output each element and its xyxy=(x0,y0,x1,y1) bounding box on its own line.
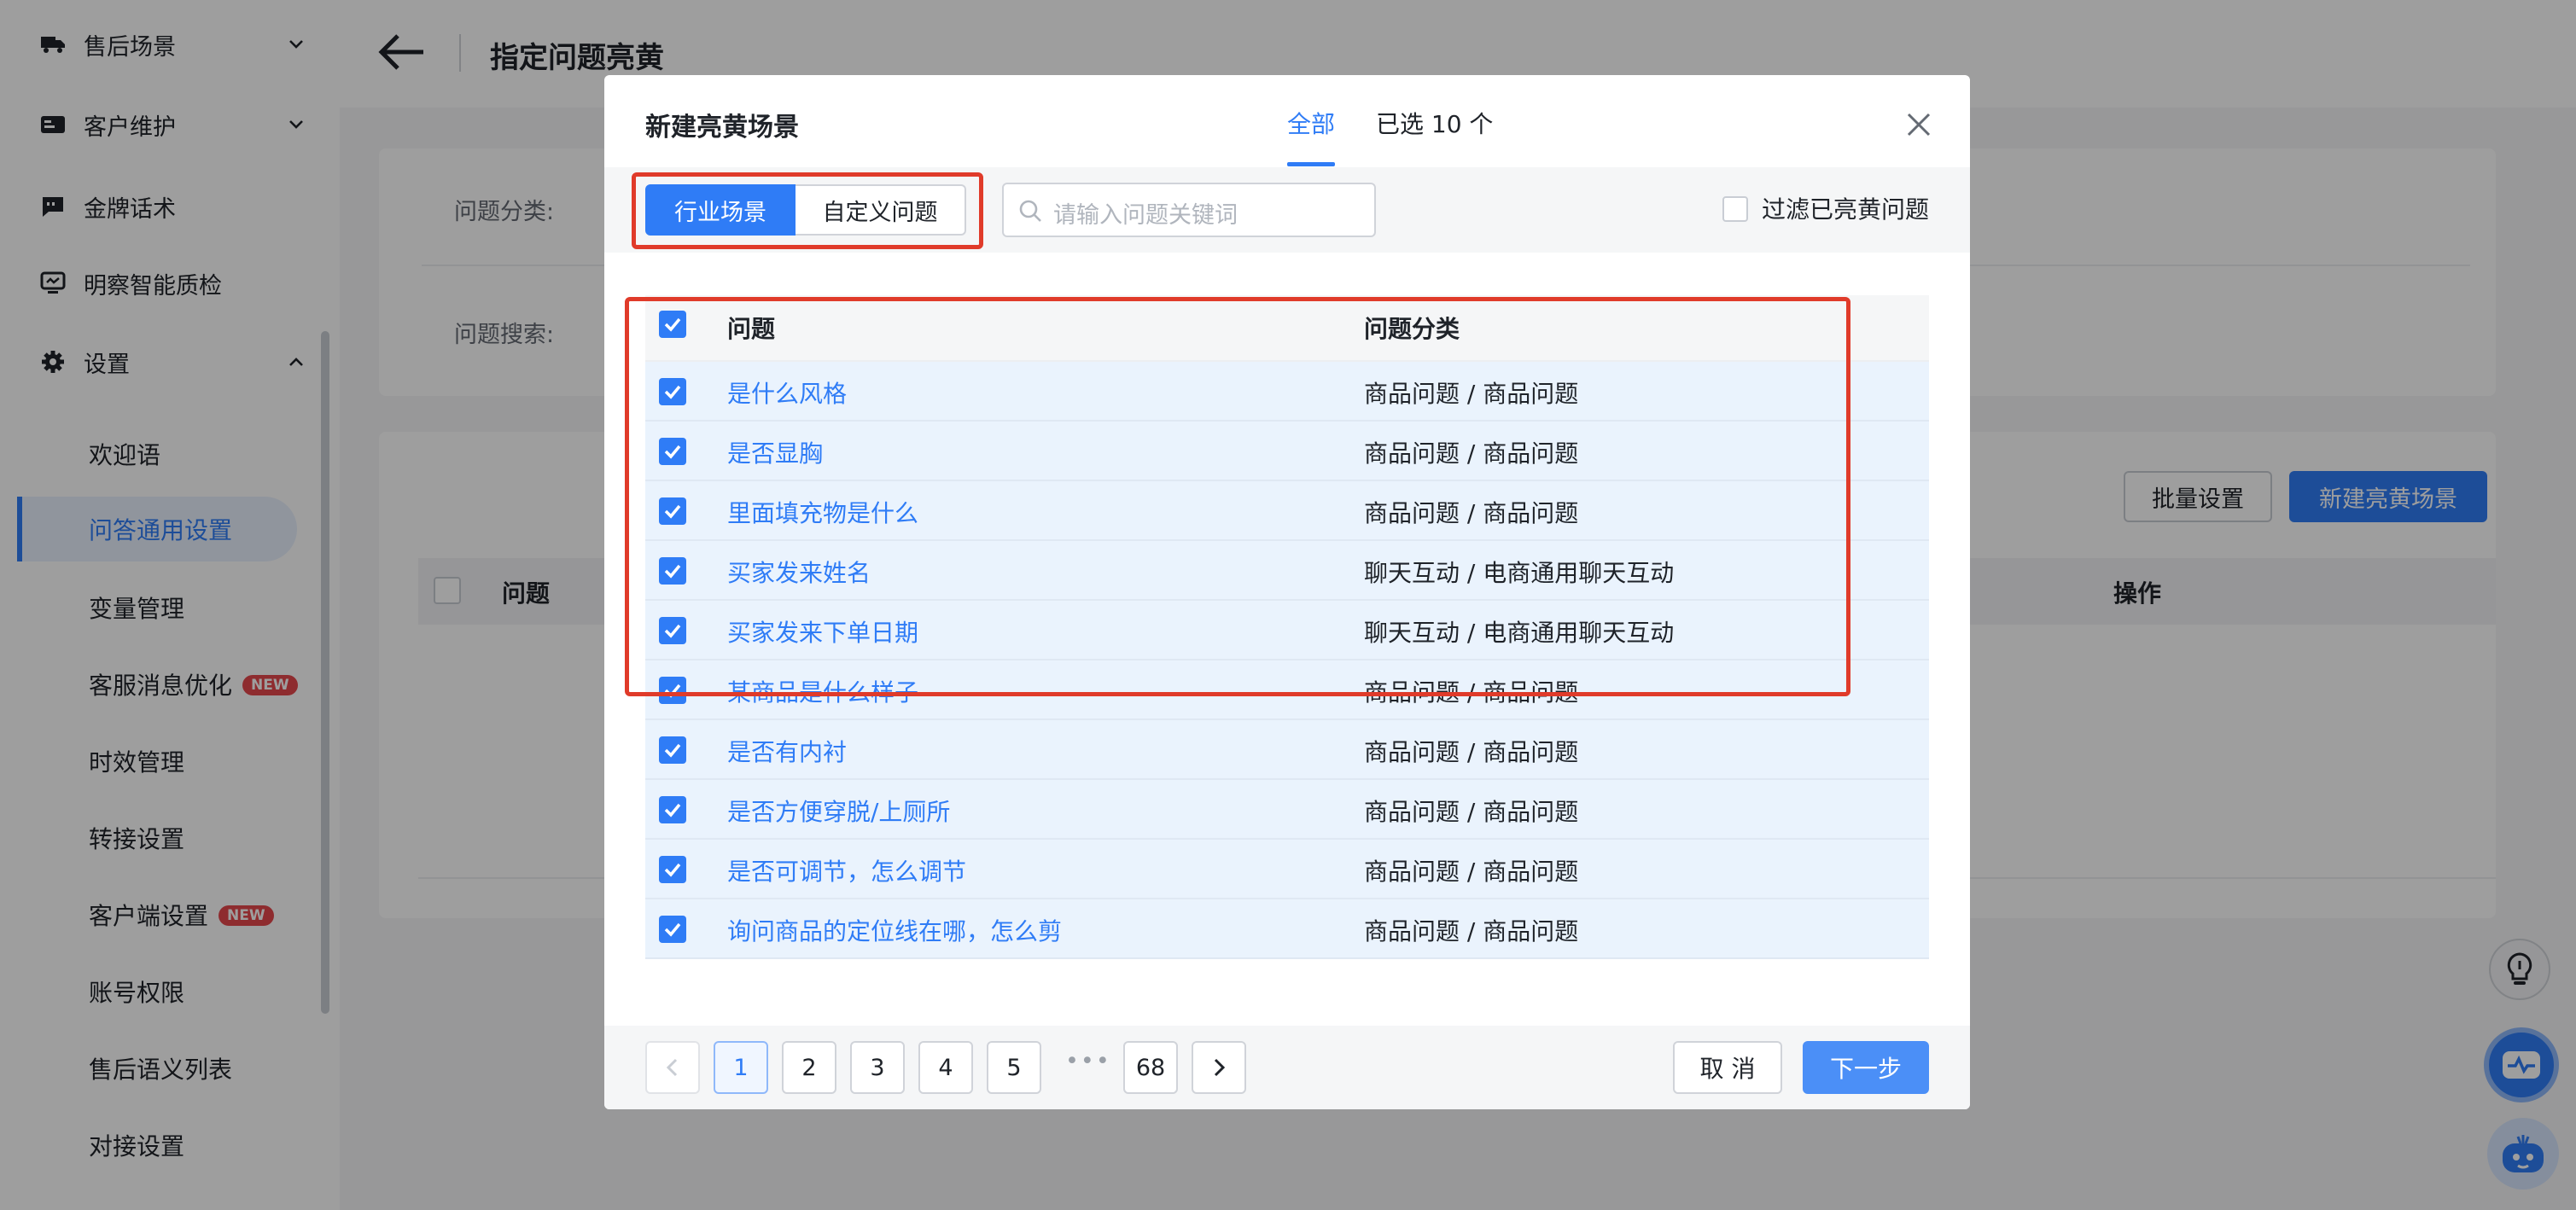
filter-highlighted-checkbox[interactable] xyxy=(1722,196,1748,222)
highlight-box-table xyxy=(625,297,1850,696)
chevron-left-icon xyxy=(666,1058,678,1077)
search-input[interactable]: 请输入问题关键词 xyxy=(1002,183,1376,237)
question-link[interactable]: 是否有内衬 xyxy=(727,734,847,768)
tab-all[interactable]: 全部 xyxy=(1287,106,1335,140)
check-icon xyxy=(664,863,681,877)
cancel-button[interactable]: 取 消 xyxy=(1673,1041,1782,1094)
page-button-4[interactable]: 4 xyxy=(918,1041,973,1094)
row-checkbox[interactable] xyxy=(659,856,686,883)
question-category: 商品问题 / 商品问题 xyxy=(1364,917,1579,945)
filter-highlighted-label: 过滤已亮黄问题 xyxy=(1762,195,1930,224)
new-scene-modal: 新建亮黄场景 全部 已选 10 个 行业场景 自定义问题 请输入问题关键词 过滤… xyxy=(604,75,1970,1109)
row-checkbox[interactable] xyxy=(659,916,686,943)
active-tab-indicator xyxy=(1287,162,1335,166)
highlight-box-segments xyxy=(632,172,983,249)
check-icon xyxy=(664,803,681,817)
check-icon xyxy=(664,743,681,758)
next-page-button[interactable] xyxy=(1192,1041,1246,1094)
prev-page-button[interactable] xyxy=(645,1041,700,1094)
page-button-last[interactable]: 68 xyxy=(1123,1041,1178,1094)
page-ellipsis[interactable]: ••• xyxy=(1065,1048,1111,1074)
row-checkbox[interactable] xyxy=(659,736,686,764)
close-icon[interactable] xyxy=(1902,108,1936,142)
check-icon xyxy=(664,922,681,937)
row-checkbox[interactable] xyxy=(659,796,686,823)
question-link[interactable]: 是否可调节，怎么调节 xyxy=(727,853,966,887)
modal-title: 新建亮黄场景 xyxy=(645,113,799,143)
search-icon xyxy=(1019,200,1041,222)
question-link[interactable]: 询问商品的定位线在哪，怎么剪 xyxy=(727,913,1062,947)
chevron-right-icon xyxy=(1214,1058,1226,1077)
tab-selected[interactable]: 已选 10 个 xyxy=(1376,106,1493,140)
question-category: 商品问题 / 商品问题 xyxy=(1364,858,1579,886)
question-link[interactable]: 是否方便穿脱/上厕所 xyxy=(727,794,950,828)
page-button-2[interactable]: 2 xyxy=(782,1041,836,1094)
page-button-1[interactable]: 1 xyxy=(714,1041,768,1094)
question-category: 商品问题 / 商品问题 xyxy=(1364,798,1579,826)
question-category: 商品问题 / 商品问题 xyxy=(1364,738,1579,766)
page-button-5[interactable]: 5 xyxy=(987,1041,1041,1094)
search-placeholder: 请输入问题关键词 xyxy=(1053,202,1238,229)
page-button-3[interactable]: 3 xyxy=(850,1041,905,1094)
next-step-button[interactable]: 下一步 xyxy=(1803,1041,1929,1094)
